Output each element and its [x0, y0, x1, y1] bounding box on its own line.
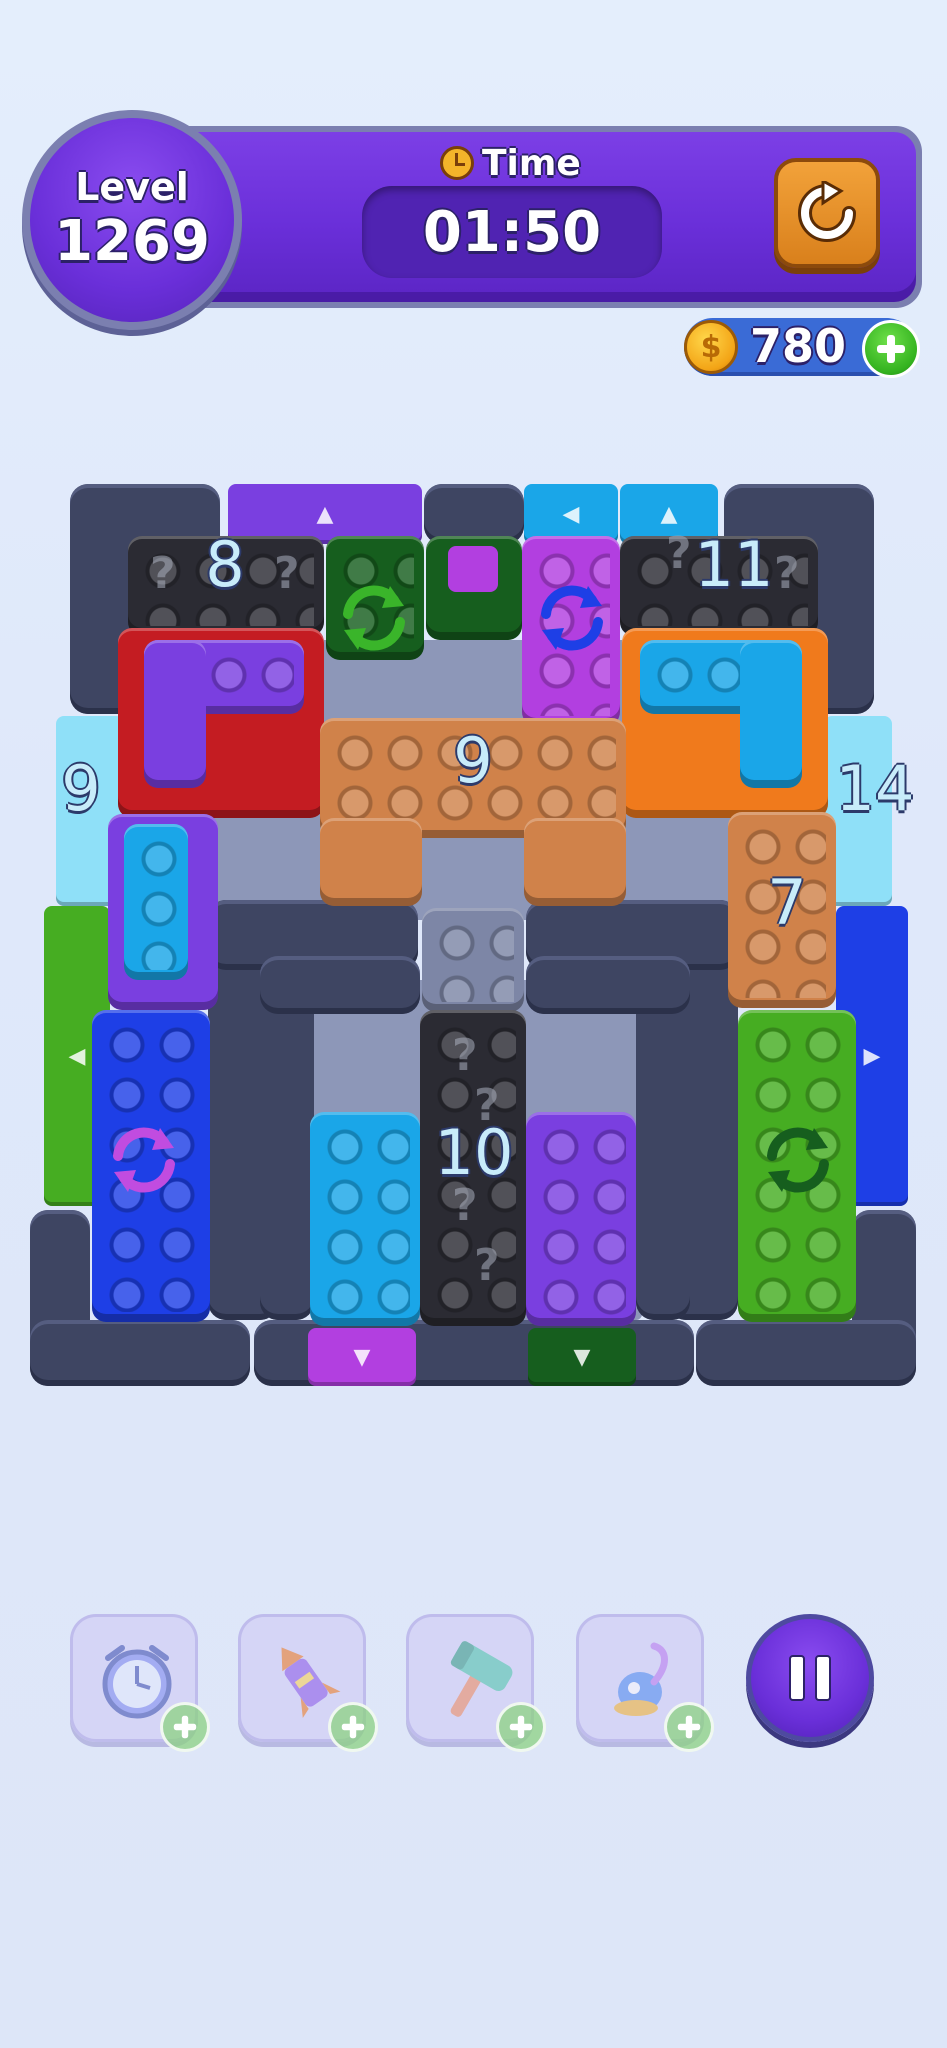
wall-inner-mid-left	[260, 956, 420, 1014]
block-studs	[320, 1122, 410, 1316]
counter-tan-right: 7	[767, 866, 807, 939]
booster-freeze-add[interactable]	[160, 1702, 210, 1752]
block-tan-u-left[interactable]	[320, 818, 422, 906]
block-studs	[432, 918, 514, 1002]
swap-icon-magenta	[113, 1127, 175, 1193]
booster-vacuum-add[interactable]	[664, 1702, 714, 1752]
counter-right-ice: 14	[835, 752, 915, 825]
exit-gate-green-bottom: ▼	[528, 1328, 636, 1386]
pause-icon	[789, 1655, 805, 1701]
block-purple-bottom[interactable]	[526, 1112, 636, 1326]
block-cyan-bar[interactable]	[124, 824, 188, 980]
block-magenta-stud	[448, 546, 498, 592]
counter-tan-u: 9	[453, 724, 493, 797]
wall-bottom-right	[696, 1320, 916, 1386]
wall-top-center	[424, 484, 524, 544]
counter-top-left-black: 8	[205, 528, 245, 601]
question-mark-icon: ?	[474, 1240, 500, 1291]
counter-top-right-black: 11	[694, 528, 774, 601]
block-purple-l-side[interactable]	[144, 640, 206, 788]
block-cyan-bottom[interactable]	[310, 1112, 420, 1326]
plus-icon	[677, 1715, 701, 1739]
question-mark-icon: ?	[452, 1030, 478, 1081]
pause-icon	[815, 1655, 831, 1701]
block-studs	[536, 1122, 626, 1316]
exit-gate-magenta-bottom: ▼	[308, 1328, 416, 1386]
plus-icon	[173, 1715, 197, 1739]
wall-inner-mid-right	[526, 956, 690, 1014]
wall-bottom-left	[30, 1320, 250, 1386]
question-mark-icon: ?	[274, 548, 300, 599]
swap-icon-green	[343, 585, 405, 651]
counter-left-ice: 9	[61, 752, 101, 825]
block-cyan-l-side[interactable]	[740, 640, 802, 788]
swap-icon-dark-green	[767, 1127, 829, 1193]
block-studs	[134, 834, 178, 970]
plus-icon	[509, 1715, 533, 1739]
swap-icon-blue	[541, 585, 603, 651]
counter-center-black: 10	[434, 1116, 514, 1189]
question-mark-icon: ?	[150, 548, 176, 599]
pause-button[interactable]	[746, 1614, 874, 1742]
booster-rocket-add[interactable]	[328, 1702, 378, 1752]
block-tan-u-right[interactable]	[524, 818, 626, 906]
block-dark-green-small[interactable]	[426, 536, 522, 640]
booster-hammer-add[interactable]	[496, 1702, 546, 1752]
plus-icon	[341, 1715, 365, 1739]
exit-gate-cyan-top-left: ◀	[524, 484, 618, 544]
block-gray-connector	[422, 908, 524, 1012]
